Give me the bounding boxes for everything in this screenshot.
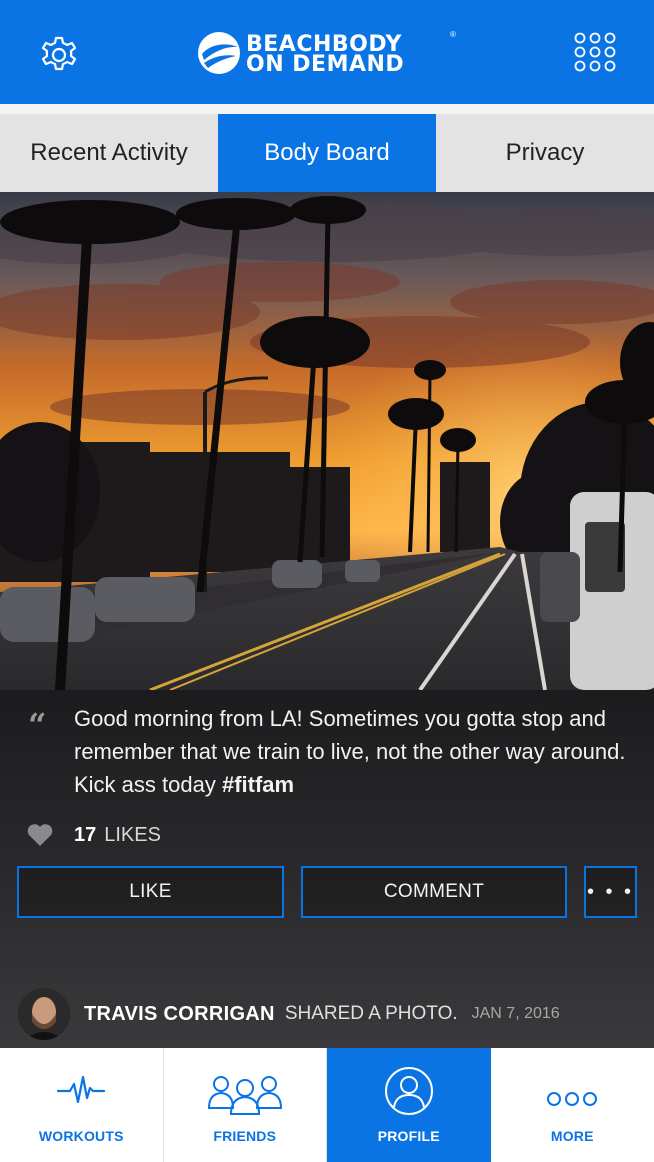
sunset-street-photo (0, 192, 654, 690)
nav-friends[interactable]: FRIENDS (164, 1048, 327, 1162)
quote-icon: “ (28, 706, 47, 744)
tab-recent-activity[interactable]: Recent Activity (0, 114, 218, 192)
like-button[interactable]: LIKE (17, 866, 284, 918)
friends-icon (207, 1076, 282, 1115)
more-dots-icon (547, 1092, 598, 1106)
heart-icon (27, 824, 53, 846)
post-photo[interactable] (0, 192, 654, 690)
likes-count: 17 (74, 823, 97, 846)
avatar[interactable] (18, 988, 70, 1040)
shared-text: SHARED A PHOTO. (284, 1003, 458, 1024)
profile-tabs: Recent Activity Body Board Privacy (0, 114, 654, 192)
hashtag-link[interactable]: #fitfam (222, 772, 294, 797)
profile-icon (384, 1067, 433, 1115)
beachbody-logo-mark (198, 32, 240, 74)
comment-button[interactable]: COMMENT (301, 866, 567, 918)
post-caption: Good morning from LA! Sometimes you gott… (74, 702, 634, 801)
nav-profile[interactable]: PROFILE (327, 1048, 491, 1162)
logo-line-2: ON DEMAND (246, 52, 405, 77)
post-card: “ Good morning from LA! Sometimes you go… (0, 690, 654, 1048)
beachbody-logo: BEACHBODY ON DEMAND ® (196, 30, 458, 77)
post-author: TRAVIS CORRIGAN SHARED A PHOTO. JAN 7, 2… (18, 988, 560, 1040)
post-date: JAN 7, 2016 (471, 1005, 560, 1022)
nav-label-more: MORE (550, 1128, 594, 1144)
gear-icon[interactable] (36, 31, 82, 77)
pulse-icon (57, 1075, 106, 1104)
author-name[interactable]: TRAVIS CORRIGAN (84, 1003, 275, 1026)
nav-label-profile: PROFILE (377, 1128, 440, 1144)
app-header: BEACHBODY ON DEMAND ® (0, 0, 654, 104)
nav-more[interactable]: MORE (491, 1048, 654, 1162)
tab-privacy[interactable]: Privacy (436, 114, 654, 192)
likes-label: LIKES (104, 823, 161, 846)
registered-mark: ® (450, 30, 456, 39)
more-options-button[interactable]: • • • (584, 866, 637, 918)
nav-label-workouts: WORKOUTS (38, 1128, 124, 1144)
header-divider (0, 104, 654, 114)
nav-workouts[interactable]: WORKOUTS (0, 1048, 164, 1162)
tab-body-board[interactable]: Body Board (218, 114, 436, 192)
grid-icon[interactable] (574, 32, 616, 72)
bottom-nav: WORKOUTS FRIENDS PROFILE MORE (0, 1048, 654, 1162)
likes-summary[interactable]: 17 LIKES (26, 820, 161, 850)
caption-text: Good morning from LA! Sometimes you gott… (74, 706, 626, 797)
nav-label-friends: FRIENDS (213, 1128, 277, 1144)
